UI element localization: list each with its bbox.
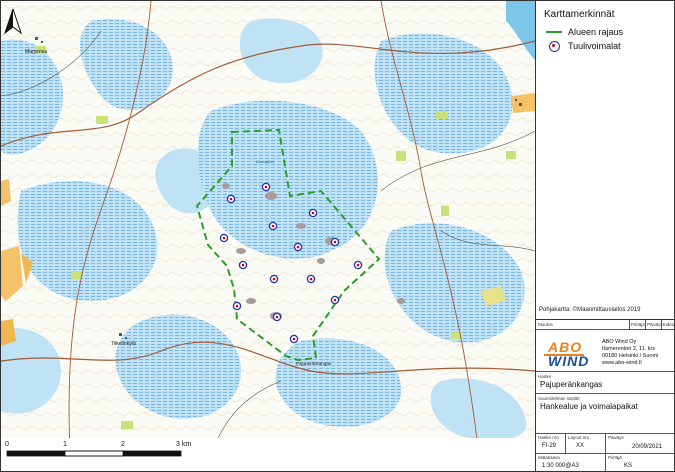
scale-row: Mittakaava 1:30 000@A3 Piirtäjä KS bbox=[536, 454, 674, 471]
turbine-6[interactable] bbox=[293, 242, 303, 252]
turbine-symbol-icon bbox=[546, 41, 562, 52]
legend-item-boundary: Alueen rajaus bbox=[546, 27, 623, 37]
map-frame: Marjomaa Tiikerinkylä Ahmajärvi Pajuperä… bbox=[0, 0, 675, 472]
logo-wind-text: WIND bbox=[548, 353, 590, 369]
scale-tick-2: 2 bbox=[121, 441, 125, 448]
turbine-4[interactable] bbox=[268, 221, 278, 231]
scale-value: 1:30 000@A3 bbox=[542, 463, 579, 469]
scale-bar: 0 1 2 3 km bbox=[1, 438, 535, 471]
turbine-13[interactable] bbox=[330, 295, 340, 305]
label-ahmajarvi: Ahmajärvi bbox=[256, 159, 274, 164]
project-no-label: Hanke nro bbox=[538, 435, 559, 440]
turbine-5[interactable] bbox=[219, 233, 229, 243]
turbine-10[interactable] bbox=[269, 274, 279, 284]
content-name: Hankealue ja voimalapaikat bbox=[540, 402, 638, 411]
turbine-9[interactable] bbox=[353, 260, 363, 270]
boundary-line-icon bbox=[546, 27, 562, 37]
content-label: Suunnitelman sisältö bbox=[538, 396, 580, 401]
label-tiikerinkyla: Tiikerinkylä bbox=[111, 341, 136, 347]
revision-row: Muutos Piirtäjä Päiväys Index bbox=[536, 320, 675, 330]
turbine-12[interactable] bbox=[232, 301, 242, 311]
north-arrow-icon bbox=[4, 9, 22, 35]
project-label: Hanke bbox=[538, 374, 552, 379]
numbers-row: Hanke nro FI-29 Layout nro XX Päiväys 20… bbox=[536, 434, 674, 454]
legend-item-turbines: Tuulivoimalat bbox=[546, 41, 621, 52]
label-marjomaa: Marjomaa bbox=[25, 49, 47, 55]
date-value: 20/09/2021 bbox=[632, 444, 663, 450]
scale-tick-3: 3 km bbox=[176, 441, 192, 448]
turbine-3[interactable] bbox=[308, 208, 318, 218]
company-row: ABO WIND ABO Wind Oy Itämerentori 2, 11.… bbox=[536, 330, 674, 372]
legend-label-boundary: Alueen rajaus bbox=[568, 27, 624, 37]
drawer-value: KS bbox=[624, 463, 633, 469]
scale-label: Mittakaava bbox=[538, 455, 560, 460]
turbine-11[interactable] bbox=[306, 274, 316, 284]
revision-label: Muutos bbox=[538, 322, 553, 327]
turbine-7[interactable] bbox=[330, 237, 340, 247]
project-name: Pajuperänkangas bbox=[540, 380, 603, 389]
date-label: Päiväys bbox=[608, 435, 624, 440]
project-no: FI-29 bbox=[542, 443, 557, 449]
turbine-14[interactable] bbox=[272, 312, 282, 322]
layout-no-label: Layout nro bbox=[568, 435, 590, 440]
company-web: www.abo-wind.fi bbox=[602, 360, 642, 366]
content-row: Suunnitelman sisältö Hankealue ja voimal… bbox=[536, 394, 674, 434]
legend-panel: Karttamerkinnät Alueen rajaus Tuulivoima… bbox=[535, 1, 674, 319]
revision-col-drawer: Piirtäjä bbox=[631, 322, 645, 327]
turbine-15[interactable] bbox=[289, 334, 299, 344]
project-row: Hanke Pajuperänkangas bbox=[536, 372, 674, 394]
turbine-2[interactable] bbox=[226, 194, 236, 204]
turbine-8[interactable] bbox=[238, 260, 248, 270]
legend-label-turbines: Tuulivoimalat bbox=[568, 41, 621, 51]
company-city: 00180 Helsinki / Suomi bbox=[602, 353, 659, 359]
scale-bar-graphic bbox=[1, 438, 535, 471]
revision-col-index: Index bbox=[663, 322, 675, 327]
company-street: Itämerentori 2, 11. krs bbox=[602, 346, 656, 352]
title-block: Muutos Piirtäjä Päiväys Index ABO WIND A… bbox=[535, 319, 675, 471]
layout-no: XX bbox=[576, 443, 585, 449]
drawer-label: Piirtäjä bbox=[608, 455, 622, 460]
label-pajuperankangas: Pajuperänkangas bbox=[296, 361, 332, 366]
scale-tick-1: 1 bbox=[63, 441, 67, 448]
legend-title: Karttamerkinnät bbox=[544, 9, 615, 20]
scale-tick-0: 0 bbox=[5, 441, 9, 448]
basemap-credit: Pohjakartta: ©Maanmittauslaitos 2019 bbox=[539, 307, 641, 313]
turbine-1[interactable] bbox=[261, 182, 271, 192]
company-name: ABO Wind Oy bbox=[602, 339, 637, 345]
